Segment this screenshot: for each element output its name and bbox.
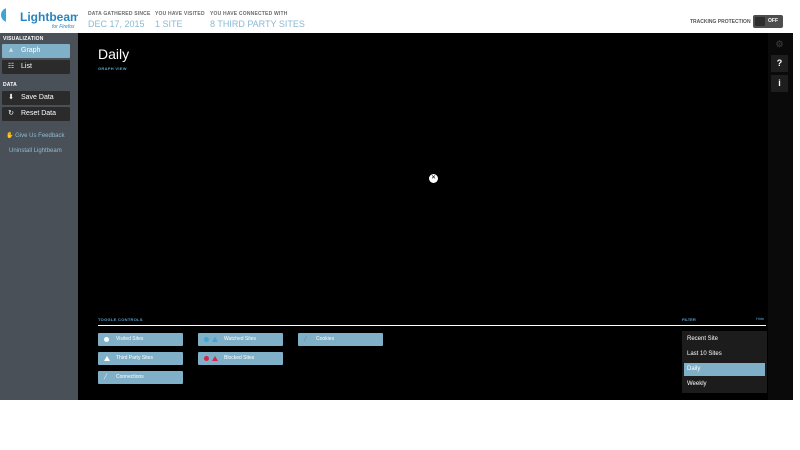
filter-option-label: Weekly [687, 381, 707, 387]
filter-heading: FILTER [682, 317, 696, 322]
filter-option-recent-site[interactable]: Recent Site [684, 333, 765, 346]
sidebar-item-label: Graph [21, 47, 41, 54]
tracking-protection-label: TRACKING PROTECTION [690, 19, 751, 25]
logo-name: Lightbeam [20, 10, 81, 24]
thumbs-up-icon: ✋ [6, 133, 14, 139]
controls-divider [98, 325, 766, 326]
save-icon: ⬇ [8, 94, 14, 101]
data-heading: DATA [3, 82, 17, 88]
graph-canvas[interactable]: Daily GRAPH VIEW ✕ ⚙ ? i TOGGLE CONTROLS… [78, 33, 793, 400]
filter-option-last-10-sites[interactable]: Last 10 Sites [684, 348, 765, 361]
toggle-label: Blocked Sites [224, 355, 255, 361]
toggle-knob [755, 17, 765, 26]
reset-data-button[interactable]: ↻ Reset Data [2, 107, 70, 121]
gathered-value: DEC 17, 2015 [88, 19, 145, 29]
right-toolbar: ⚙ ? i [768, 33, 793, 400]
lightbeam-logo: Lightbeam for Firefox [0, 0, 81, 33]
circle-icon [104, 337, 109, 342]
filter-option-label: Daily [687, 366, 701, 372]
reset-data-label: Reset Data [21, 110, 57, 117]
hide-controls-link[interactable]: Hide [756, 316, 764, 321]
circle-icon [204, 356, 209, 361]
line-icon: ╱ [104, 374, 108, 380]
toggle-label: Visited Sites [116, 336, 144, 342]
gathered-stat: DATA GATHERED SINCE DEC 17, 2015 [88, 11, 151, 29]
sidebar-item-label: List [21, 63, 32, 70]
filter-option-weekly[interactable]: Weekly [684, 378, 765, 391]
info-icon: i [778, 78, 781, 88]
toggle-watched-sites[interactable]: Watched Sites [198, 333, 283, 346]
triangle-icon [104, 356, 110, 361]
stats-header: DATA GATHERED SINCE DEC 17, 2015 YOU HAV… [78, 0, 793, 33]
sidebar: Lightbeam for Firefox VISUALIZATION ⩓ Gr… [0, 0, 81, 400]
logo-sub: for Firefox [52, 24, 75, 30]
info-button[interactable]: i [771, 75, 788, 92]
uninstall-link[interactable]: Uninstall Lightbeam [9, 148, 62, 154]
connected-stat: YOU HAVE CONNECTED WITH 8 THIRD PARTY SI… [210, 11, 305, 29]
view-subtitle: GRAPH VIEW [98, 66, 127, 71]
line-icon: ╱ [304, 336, 308, 342]
visited-label: YOU HAVE VISITED [155, 11, 205, 17]
sidebar-item-graph[interactable]: ⩓ Graph [2, 44, 70, 58]
settings-icon: ⚙ [775, 39, 784, 49]
visited-stat: YOU HAVE VISITED 1 SITE [155, 11, 205, 29]
visualization-heading: VISUALIZATION [3, 36, 44, 42]
toggle-label: Connections [116, 374, 144, 380]
visited-value: 1 SITE [155, 19, 183, 29]
triangle-icon [212, 337, 218, 342]
reset-icon: ↻ [8, 110, 14, 117]
help-button[interactable]: ? [771, 55, 788, 72]
list-icon: ☷ [7, 63, 15, 70]
close-icon: ✕ [430, 175, 437, 181]
sidebar-item-list[interactable]: ☷ List [2, 60, 70, 74]
toggle-connections[interactable]: ╱ Connections [98, 371, 183, 384]
filter-option-daily[interactable]: Daily [684, 363, 765, 376]
toggle-state: OFF [768, 18, 778, 24]
save-data-label: Save Data [21, 94, 54, 101]
connected-value: 8 THIRD PARTY SITES [210, 19, 305, 29]
toggle-visited-sites[interactable]: Visited Sites [98, 333, 183, 346]
filter-list: Recent Site Last 10 Sites Daily Weekly [682, 331, 767, 393]
connected-label: YOU HAVE CONNECTED WITH [210, 11, 288, 17]
circle-icon [204, 337, 209, 342]
toggle-label: Cookies [316, 336, 335, 342]
gathered-label: DATA GATHERED SINCE [88, 11, 151, 17]
lightbeam-logo-icon-cutout [6, 8, 18, 26]
toggle-controls-heading: TOGGLE CONTROLS [98, 317, 143, 322]
graph-icon: ⩓ [9, 47, 13, 54]
toggle-label: Third Party Sites [116, 355, 153, 361]
filter-option-label: Last 10 Sites [687, 351, 722, 357]
toggle-third-party-sites[interactable]: Third Party Sites [98, 352, 183, 365]
page-title: Daily [98, 46, 130, 62]
toggle-label: Watched Sites [224, 336, 257, 342]
save-data-button[interactable]: ⬇ Save Data [2, 91, 70, 105]
filter-option-label: Recent Site [687, 336, 719, 342]
lightbeam-app: Lightbeam for Firefox VISUALIZATION ⩓ Gr… [0, 0, 793, 400]
settings-button[interactable]: ⚙ [771, 36, 788, 53]
feedback-link[interactable]: ✋ Give Us Feedback [6, 132, 65, 139]
help-icon: ? [776, 58, 783, 68]
triangle-icon [212, 356, 218, 361]
toggle-blocked-sites[interactable]: Blocked Sites [198, 352, 283, 365]
toggle-cookies[interactable]: ╱ Cookies [298, 333, 383, 346]
tracking-protection-toggle[interactable]: OFF [753, 15, 783, 28]
site-node[interactable]: ✕ [429, 174, 438, 183]
feedback-label: Give Us Feedback [15, 133, 65, 139]
